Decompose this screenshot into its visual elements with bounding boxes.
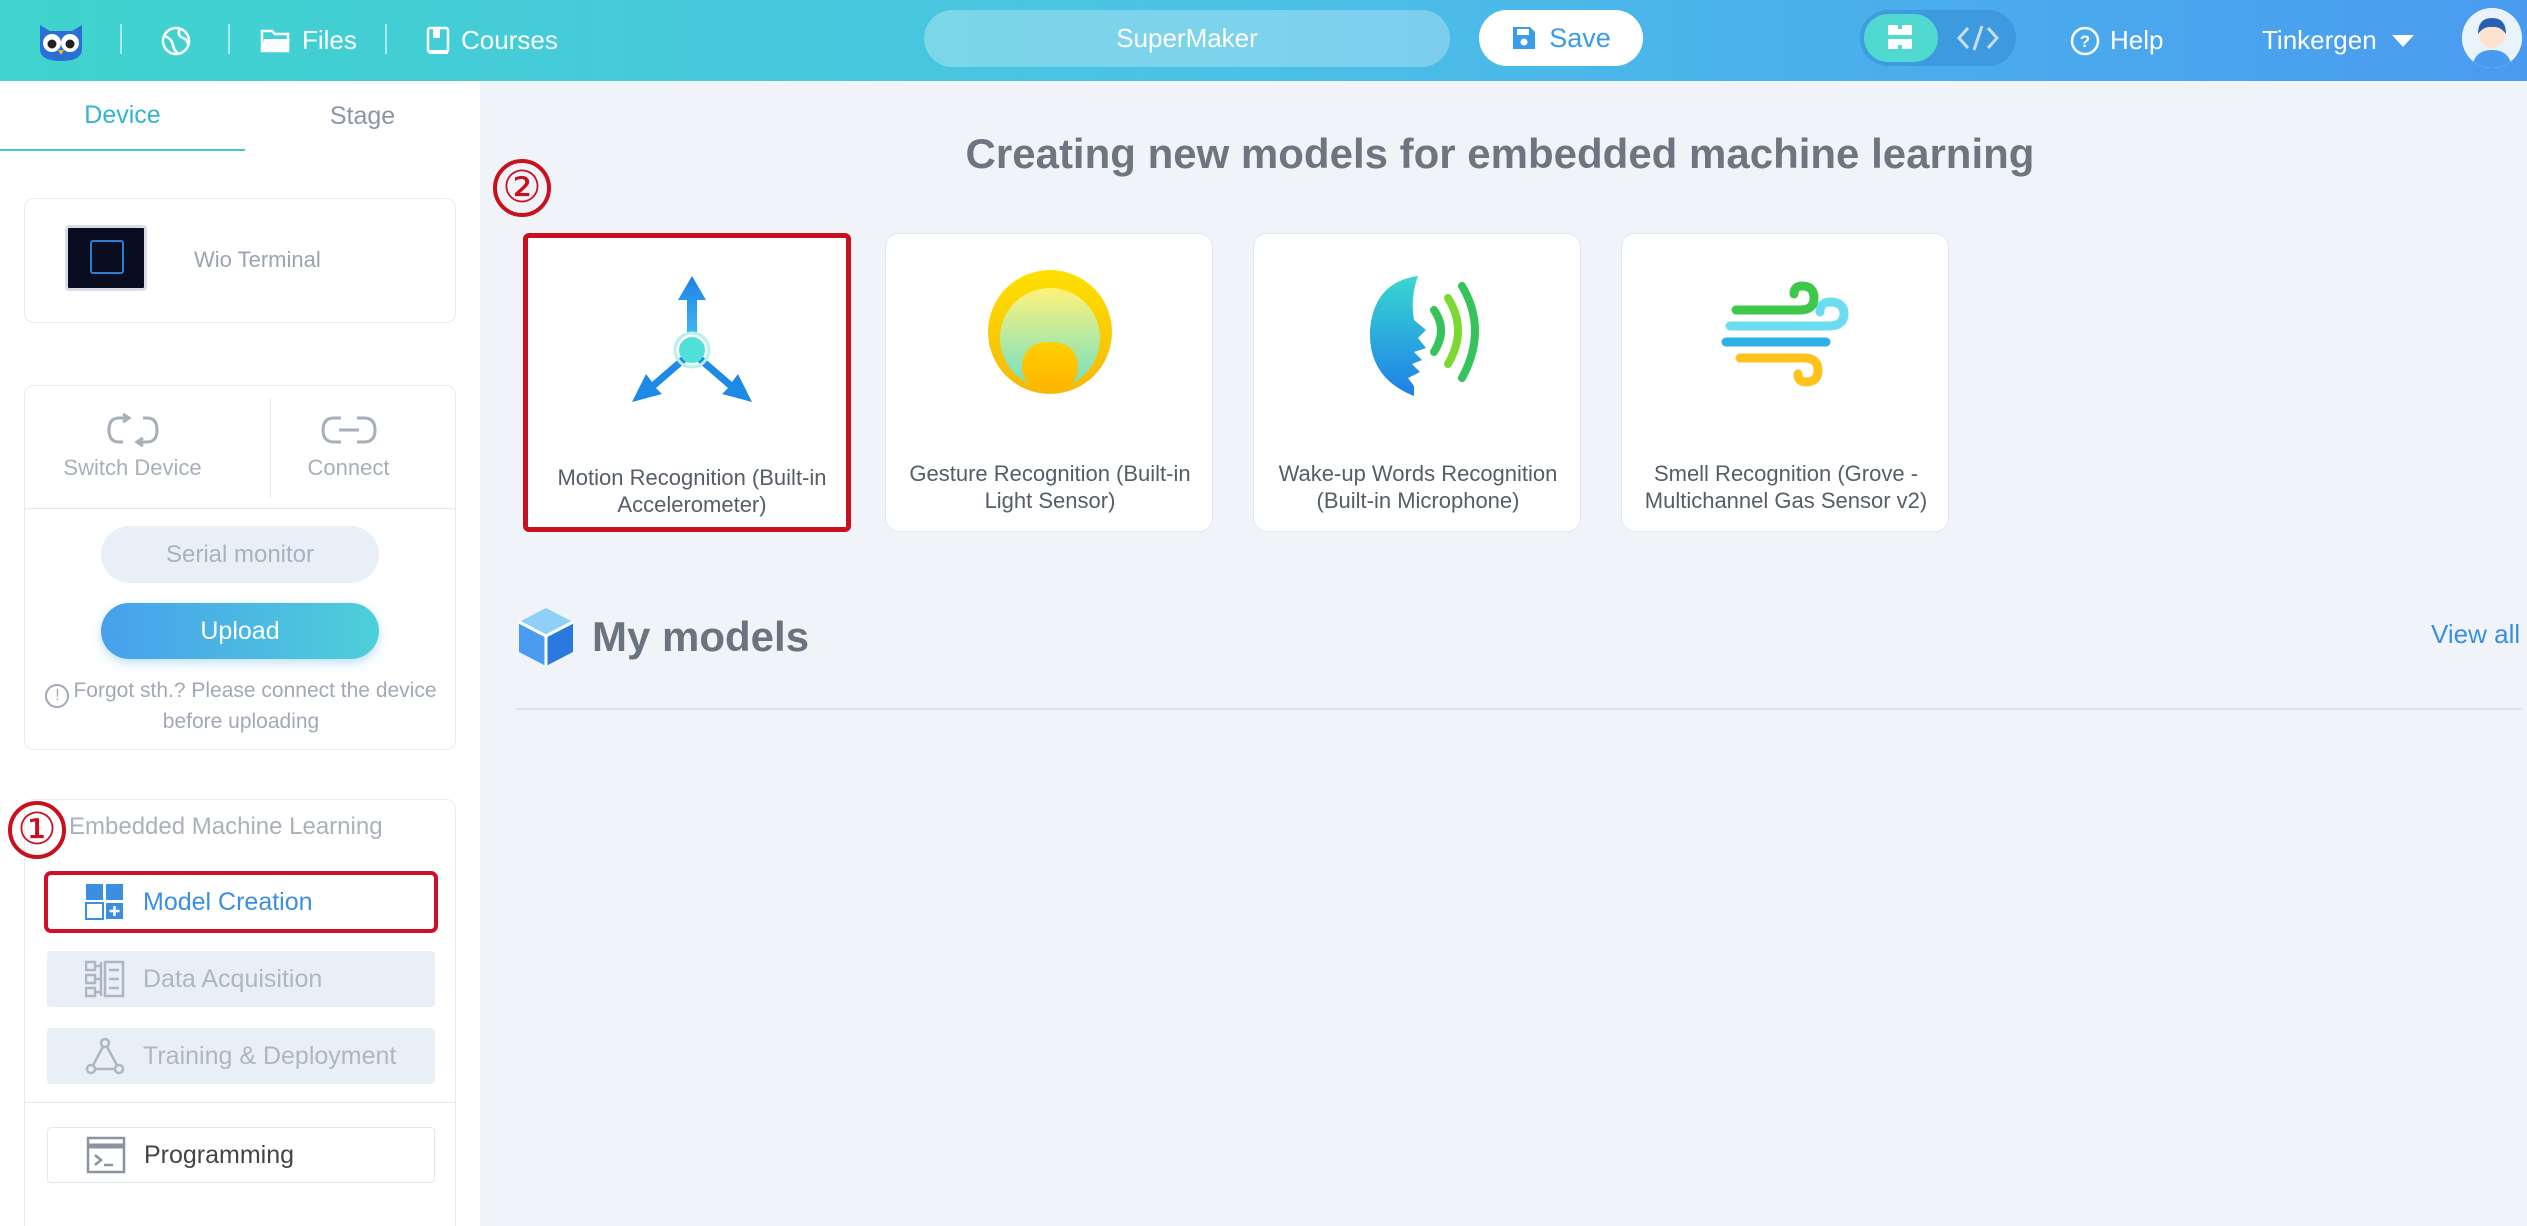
sidebar: Device Stage Wio Terminal Switch Device … xyxy=(0,81,480,1226)
device-card[interactable]: Wio Terminal xyxy=(24,198,456,323)
tab-stage[interactable]: Stage xyxy=(245,81,480,151)
user-name: Tinkergen xyxy=(2262,25,2377,55)
training-deployment-label: Training & Deployment xyxy=(143,1041,397,1070)
divider xyxy=(385,24,387,54)
files-label: Files xyxy=(302,25,357,55)
programming-label: Programming xyxy=(144,1140,295,1169)
avatar[interactable] xyxy=(2462,8,2522,68)
my-models-title: My models xyxy=(592,613,810,660)
divider xyxy=(25,508,455,509)
chevron-down-icon xyxy=(2391,34,2414,47)
help-label: Help xyxy=(2110,25,2164,55)
eml-title: Embedded Machine Learning xyxy=(69,813,383,840)
divider xyxy=(25,1102,455,1103)
svg-text:?: ? xyxy=(2080,32,2090,51)
model-card-smell[interactable]: Smell Recognition (Grove - Multichannel … xyxy=(1621,233,1949,532)
model-creation-icon xyxy=(85,884,123,920)
switch-device-label: Switch Device xyxy=(63,455,202,480)
files-menu[interactable]: Files xyxy=(260,0,357,81)
divider xyxy=(228,24,230,54)
page-title: Creating new models for embedded machine… xyxy=(965,130,2035,177)
smell-icon xyxy=(1721,281,1849,387)
cube-icon xyxy=(518,608,574,666)
user-menu[interactable]: Tinkergen xyxy=(2262,0,2415,81)
sidebar-item-programming[interactable]: Programming xyxy=(47,1127,435,1183)
link-icon xyxy=(320,416,377,444)
globe-icon[interactable] xyxy=(160,0,192,81)
device-name: Wio Terminal xyxy=(194,247,321,272)
info-icon: ! xyxy=(45,684,70,708)
model-card-label: Smell Recognition (Grove - Multichannel … xyxy=(1644,461,1928,513)
code-mode-icon[interactable] xyxy=(1946,14,2010,62)
my-models-header: My models xyxy=(516,606,809,668)
sidebar-item-model-creation[interactable]: Model Creation xyxy=(44,871,438,933)
help-button[interactable]: ? Help xyxy=(2070,0,2163,81)
eml-card: Embedded Machine Learning Model Creation… xyxy=(24,799,456,1226)
switch-icon xyxy=(106,413,159,447)
divider xyxy=(516,708,2522,710)
motion-icon xyxy=(632,276,752,402)
save-icon xyxy=(1513,27,1536,49)
save-label: Save xyxy=(1549,22,1611,53)
annotation-marker-1: ① xyxy=(8,801,66,859)
upload-hint: ! Forgot sth.? Please connect the device … xyxy=(25,677,457,735)
device-thumbnail xyxy=(65,225,147,291)
save-button[interactable]: Save xyxy=(1479,10,1643,66)
connect-button[interactable]: Connect xyxy=(241,386,456,508)
mode-toggle[interactable] xyxy=(1860,10,2016,66)
folder-icon xyxy=(260,29,290,52)
model-card-label: Gesture Recognition (Built-in Light Sens… xyxy=(909,461,1191,513)
owl-logo-icon[interactable] xyxy=(34,0,88,81)
wake-word-icon xyxy=(1369,276,1479,396)
programming-icon xyxy=(86,1136,126,1174)
top-bar: Files Courses SuperMaker Save ? Help Tin… xyxy=(0,0,2527,81)
help-icon: ? xyxy=(2070,26,2100,55)
model-card-motion[interactable]: Motion Recognition (Built-in Acceleromet… xyxy=(523,233,851,532)
project-name-field[interactable]: SuperMaker xyxy=(924,10,1450,67)
view-all-link[interactable]: View all xyxy=(2431,619,2520,650)
divider xyxy=(120,24,122,54)
courses-label: Courses xyxy=(461,25,558,55)
model-card-gesture[interactable]: Gesture Recognition (Built-in Light Sens… xyxy=(885,233,1213,532)
gesture-icon xyxy=(988,270,1112,394)
upload-hint-text: Forgot sth.? Please connect the device b… xyxy=(73,679,437,733)
serial-monitor-button[interactable]: Serial monitor xyxy=(101,526,379,583)
model-creation-label: Model Creation xyxy=(143,887,313,916)
block-mode-icon[interactable] xyxy=(1864,14,1938,62)
tab-device[interactable]: Device xyxy=(0,81,245,151)
model-card-wake-word[interactable]: Wake-up Words Recognition (Built-in Micr… xyxy=(1253,233,1581,532)
data-acquisition-icon xyxy=(85,960,125,998)
connect-label: Connect xyxy=(307,455,390,480)
data-acquisition-label: Data Acquisition xyxy=(143,964,323,993)
device-controls-card: Switch Device Connect Serial monitor Upl… xyxy=(24,385,456,750)
model-card-label: Wake-up Words Recognition (Built-in Micr… xyxy=(1278,461,1558,513)
model-card-label: Motion Recognition (Built-in Acceleromet… xyxy=(557,465,827,517)
switch-device-button[interactable]: Switch Device xyxy=(25,386,240,508)
main-content: Creating new models for embedded machine… xyxy=(480,81,2527,1226)
courses-menu[interactable]: Courses xyxy=(425,0,558,81)
sidebar-item-data-acquisition[interactable]: Data Acquisition xyxy=(47,951,435,1007)
sidebar-item-training-deployment[interactable]: Training & Deployment xyxy=(47,1028,435,1084)
training-icon xyxy=(85,1037,125,1075)
book-icon xyxy=(426,26,450,54)
upload-button[interactable]: Upload xyxy=(101,603,379,659)
